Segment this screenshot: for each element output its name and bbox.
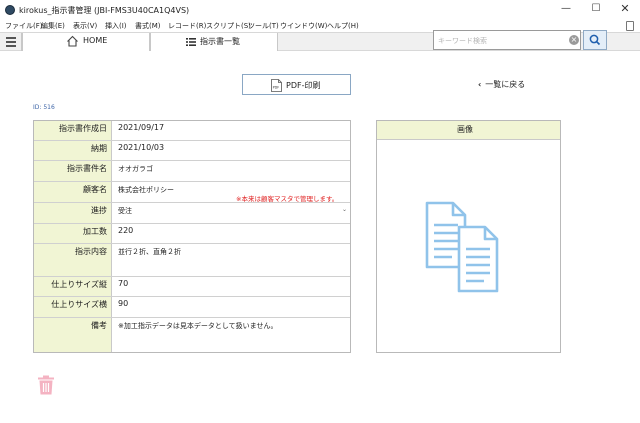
field-row-due-date: 納期 2021/10/03	[34, 141, 350, 161]
search-icon	[589, 34, 601, 46]
field-row-remarks: 備考 ※加工指示データは見本データとして扱いません。	[34, 318, 350, 352]
clear-search-icon[interactable]: ×	[569, 35, 579, 45]
documents-icon[interactable]	[425, 201, 501, 295]
close-button[interactable]: ✕	[610, 0, 640, 20]
subject-field[interactable]: オオガラゴ	[118, 164, 153, 174]
list-tab[interactable]: 指示書一覧	[150, 33, 278, 51]
chevron-down-icon[interactable]: ⌄	[342, 206, 347, 213]
search-box: ×	[433, 30, 581, 50]
quantity-field[interactable]: 220	[118, 226, 133, 235]
minimize-button[interactable]: —	[551, 0, 581, 20]
progress-select[interactable]: 受注	[118, 206, 132, 216]
pdf-print-button[interactable]: PDF PDF-印刷	[242, 74, 351, 95]
record-form: 指示書作成日 2021/09/17 納期 2021/10/03 指示書件名 オオ…	[33, 120, 351, 353]
image-panel: 画像	[376, 120, 561, 353]
menu-records[interactable]: レコード(R)	[168, 20, 206, 32]
record-id: ID: 516	[33, 104, 55, 111]
menu-tools[interactable]: ツール(T)	[248, 20, 279, 32]
field-row-quantity: 加工数 220	[34, 224, 350, 244]
pdf-print-label: PDF-印刷	[286, 81, 321, 90]
field-row-instructions: 指示内容 並行２折、直角２折	[34, 244, 350, 277]
field-label: 指示書件名	[67, 164, 107, 173]
field-row-height: 仕上りサイズ縦 70	[34, 277, 350, 297]
image-panel-header: 画像	[377, 121, 560, 140]
field-label: 納期	[91, 144, 107, 153]
chevron-left-icon: ‹	[478, 80, 482, 89]
hamburger-menu-icon[interactable]	[0, 33, 22, 51]
mobile-icon[interactable]	[626, 21, 634, 31]
field-label: 進捗	[91, 206, 107, 215]
field-row-subject: 指示書件名 オオガラゴ	[34, 161, 350, 182]
menu-window[interactable]: ウインドウ(W)	[280, 20, 327, 32]
field-label: 備考	[91, 321, 107, 330]
remarks-field[interactable]: ※加工指示データは見本データとして扱いません。	[118, 321, 277, 331]
instructions-field[interactable]: 並行２折、直角２折	[118, 247, 181, 257]
field-label: 加工数	[83, 227, 107, 236]
back-to-list-link[interactable]: ‹ 一覧に戻る	[478, 79, 525, 90]
search-button[interactable]	[583, 30, 607, 50]
svg-text:PDF: PDF	[273, 86, 280, 90]
home-tab-label: HOME	[83, 36, 108, 45]
customer-name-field[interactable]: 株式会社ポリシー	[118, 185, 174, 195]
menu-edit[interactable]: 編集(E)	[41, 20, 65, 32]
list-icon	[186, 38, 196, 46]
finished-width-field[interactable]: 90	[118, 299, 128, 308]
field-label: 顧客名	[83, 185, 107, 194]
title-bar: kirokus_指示書管理 (JBI-FMS3U40CA1Q4VS) — ☐ ✕	[0, 0, 640, 20]
field-label: 指示内容	[75, 247, 107, 256]
home-tab[interactable]: HOME	[22, 33, 150, 51]
field-label: 仕上りサイズ縦	[51, 280, 107, 289]
window-title: kirokus_指示書管理 (JBI-FMS3U40CA1Q4VS)	[19, 6, 190, 15]
menu-view[interactable]: 表示(V)	[73, 20, 97, 32]
field-row-created-date: 指示書作成日 2021/09/17	[34, 121, 350, 141]
home-icon	[67, 35, 78, 47]
finished-height-field[interactable]: 70	[118, 279, 128, 288]
trash-icon[interactable]	[37, 375, 55, 395]
menu-scripts[interactable]: スクリプト(S)	[206, 20, 251, 32]
search-input[interactable]	[438, 33, 566, 48]
menu-help[interactable]: ヘルプ(H)	[327, 20, 359, 32]
field-row-progress: 進捗 受注 ⌄	[34, 203, 350, 224]
menu-format[interactable]: 書式(M)	[135, 20, 161, 32]
menu-insert[interactable]: 挿入(I)	[105, 20, 127, 32]
pdf-file-icon: PDF	[271, 79, 282, 92]
created-date-field[interactable]: 2021/09/17	[118, 123, 164, 132]
due-date-field[interactable]: 2021/10/03	[118, 143, 164, 152]
field-label: 指示書作成日	[59, 124, 107, 133]
field-row-width: 仕上りサイズ横 90	[34, 297, 350, 318]
app-icon	[5, 5, 15, 15]
list-tab-label: 指示書一覧	[200, 37, 240, 46]
maximize-button[interactable]: ☐	[581, 0, 611, 20]
menu-file[interactable]: ファイル(F)	[5, 20, 43, 32]
back-to-list-label: 一覧に戻る	[485, 80, 526, 89]
field-label: 仕上りサイズ横	[51, 300, 107, 309]
image-panel-title: 画像	[457, 125, 473, 134]
customer-note: ※本来は顧客マスタで管理します。	[236, 195, 339, 203]
field-row-customer: 顧客名 株式会社ポリシー ※本来は顧客マスタで管理します。	[34, 182, 350, 203]
